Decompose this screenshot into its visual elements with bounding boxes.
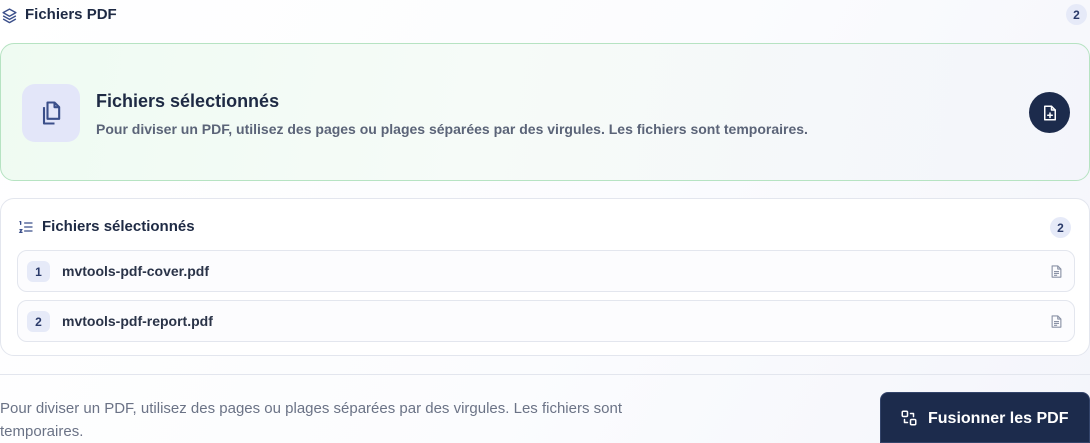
selected-files-panel: Fichiers sélectionnés Pour diviser un PD… [0, 43, 1090, 181]
file-plus-icon [1043, 105, 1056, 120]
file-list-count-badge: 2 [1050, 217, 1071, 238]
section-title: Fichiers PDF [25, 6, 117, 23]
hero-subtitle: Pour diviser un PDF, utilisez des pages … [96, 121, 808, 137]
copy-files-icon [42, 101, 61, 125]
file-row[interactable]: 2 mvtools-pdf-report.pdf [17, 300, 1075, 342]
add-file-button[interactable] [1029, 92, 1070, 133]
file-row[interactable]: 1 mvtools-pdf-cover.pdf [17, 250, 1075, 292]
footer-divider [0, 374, 1090, 375]
footer-note: Pour diviser un PDF, utilisez des pages … [0, 400, 622, 440]
merge-pdf-button[interactable]: Fusionner les PDF [880, 392, 1090, 443]
merge-icon [901, 410, 917, 426]
file-text-icon [1051, 265, 1062, 278]
file-text-icon [1051, 315, 1062, 328]
hero-title: Fichiers sélectionnés [96, 91, 280, 111]
file-list-title: Fichiers sélectionnés [42, 218, 195, 235]
ordered-list-icon [18, 221, 33, 233]
file-count-badge: 2 [1066, 4, 1087, 25]
file-name: mvtools-pdf-report.pdf [62, 313, 213, 329]
section-header: Fichiers PDF 2 [0, 0, 1090, 30]
file-index: 1 [27, 261, 50, 282]
hero-icon-box [22, 84, 80, 142]
merge-button-label: Fusionner les PDF [928, 410, 1069, 427]
layers-icon [2, 8, 17, 24]
file-name: mvtools-pdf-cover.pdf [62, 263, 210, 279]
file-list-card: Fichiers sélectionnés 2 1 mvtools-pdf-co… [0, 198, 1090, 356]
file-index: 2 [27, 311, 50, 332]
